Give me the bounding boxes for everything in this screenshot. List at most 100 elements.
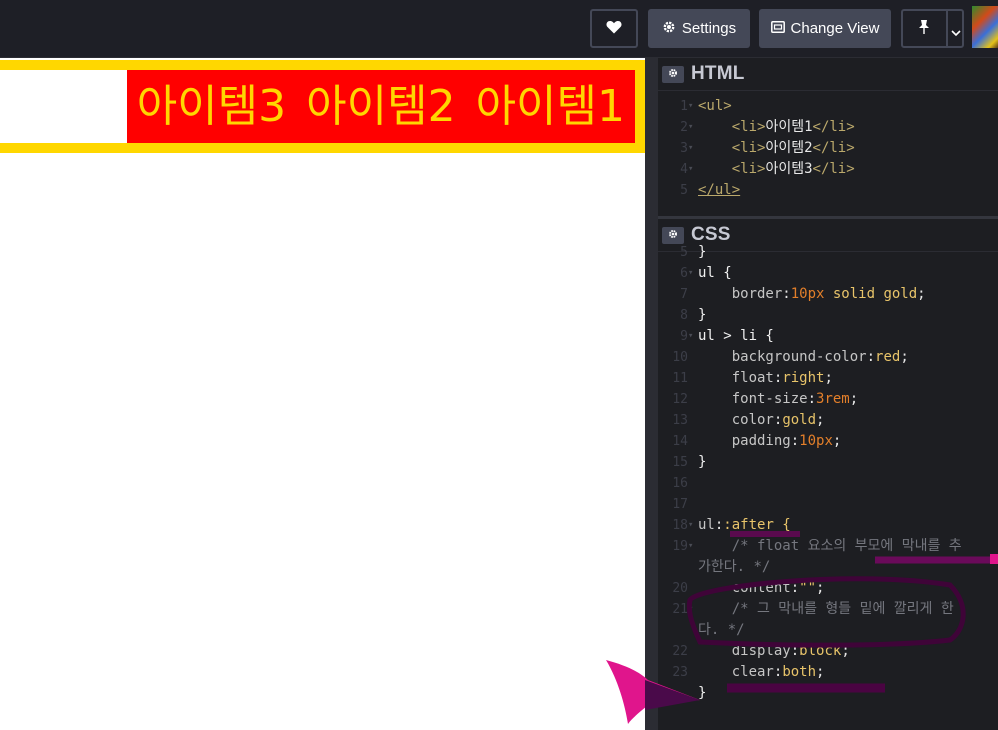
line-number: 19 [672, 539, 688, 554]
html-editor-title: HTML [691, 63, 745, 84]
line-number: 12 [672, 392, 688, 407]
code-line: 12 font-size:3rem; [658, 389, 998, 410]
css-number: 3rem [816, 391, 850, 407]
html-tag: <li> [731, 140, 766, 156]
code-text: content:""; [731, 580, 825, 596]
code-text: ul::after { [698, 517, 791, 533]
css-property: color [731, 412, 774, 428]
code-text: color:gold; [731, 412, 825, 428]
html-text: 아이템2 [765, 140, 813, 156]
css-property: ul [698, 517, 715, 533]
code-text: } [698, 452, 706, 473]
css-value: :after { [723, 517, 791, 533]
code-text: 가한다. */ [698, 557, 770, 578]
code-line: 14 padding:10px; [658, 431, 998, 452]
css-settings-button[interactable] [662, 226, 684, 244]
css-property: font-size [731, 391, 808, 407]
code-line: 17 [658, 494, 998, 515]
preview-list-item: 아이템3 [136, 81, 287, 132]
code-line: 1 ▾ <ul> [658, 96, 998, 117]
code-line: 18 ▾ ul::after { [658, 515, 998, 536]
html-code-area[interactable]: 1 ▾ <ul> 2 ▾ <li>아이템1</li> 3 ▾ <li>아이템2</li> 4 ▾… [658, 96, 998, 201]
code-text: <li>아이템3</li> [698, 159, 855, 180]
line-number: 13 [672, 413, 688, 428]
code-text: } [698, 683, 706, 704]
code-line: 15} [658, 452, 998, 473]
line-number: 3 [680, 141, 688, 156]
code-text: /* float 요소의 부모에 막내를 추 [698, 536, 962, 557]
css-property: content [731, 580, 791, 596]
preview-list-item: 아이템2 [306, 81, 456, 132]
chevron-down-icon[interactable] [951, 24, 961, 41]
avatar[interactable] [972, 6, 998, 48]
fold-toggle-icon: ▾ [688, 143, 694, 153]
fold-toggle-icon: ▾ [688, 604, 694, 614]
change-view-button[interactable]: Change View [759, 9, 891, 48]
css-selector: ul > li { [698, 328, 774, 344]
code-line: 다. */ [658, 620, 998, 641]
code-line: 3 ▾ <li>아이템2</li> [658, 138, 998, 159]
code-text: padding:10px; [731, 433, 842, 449]
change-view-label: Change View [790, 20, 880, 37]
preview-ul: 아이템1 아이템2 아이템3 [0, 60, 645, 153]
code-text: /* 그 막내를 형들 밑에 깔리게 한 [698, 599, 954, 620]
fold-toggle-icon: ▾ [688, 268, 694, 278]
code-text: ul > li { [698, 326, 774, 347]
fold-toggle-icon: ▾ [688, 122, 694, 132]
gear-icon [662, 20, 676, 38]
html-editor-header: HTML [658, 58, 998, 91]
css-value: "" [799, 580, 817, 596]
line-number: 14 [672, 434, 688, 449]
preview-list-item: 아이템1 [475, 81, 625, 132]
line-number: 11 [672, 371, 688, 386]
layout-icon [770, 20, 785, 37]
code-text: font-size:3rem; [731, 391, 859, 407]
fold-toggle-icon: ▾ [688, 331, 694, 341]
heart-button[interactable] [590, 9, 638, 48]
html-text: 아이템1 [765, 119, 813, 135]
code-line: 5} [658, 242, 998, 263]
code-line: 10 background-color:red; [658, 347, 998, 368]
result-preview: 아이템1 아이템2 아이템3 [0, 58, 645, 730]
resize-handle[interactable] [645, 58, 658, 730]
line-number: 18 [672, 518, 688, 533]
html-tag: <ul> [698, 98, 732, 114]
line-number: 8 [680, 308, 688, 323]
settings-button[interactable]: Settings [648, 9, 750, 48]
css-code-area[interactable]: 5} 6 ▾ ul {7 border:10px solid gold; 8} 9 ▾ ul … [658, 242, 998, 704]
code-line: 7 border:10px solid gold; [658, 284, 998, 305]
html-tag: <li> [731, 119, 766, 135]
css-value: block [799, 643, 842, 659]
html-settings-button[interactable] [662, 65, 684, 83]
css-value: solid gold [824, 286, 918, 302]
css-number: 10px [790, 286, 825, 302]
css-property: background-color [731, 349, 867, 365]
line-number: 7 [680, 287, 688, 302]
code-line: 23 clear:both; [658, 662, 998, 683]
code-text: 다. */ [698, 620, 745, 641]
css-value: red [875, 349, 901, 365]
code-text: </ul> [698, 180, 740, 201]
html-tag: </ul> [698, 182, 741, 198]
css-comment: 다. */ [698, 622, 745, 638]
code-text: display:block; [731, 643, 850, 659]
line-number: 22 [672, 644, 688, 659]
fold-toggle-icon: ▾ [688, 101, 694, 111]
code-text: <li>아이템2</li> [698, 138, 855, 159]
code-line: 8} [658, 305, 998, 326]
line-number: 15 [672, 455, 688, 470]
code-line: 6 ▾ ul { [658, 263, 998, 284]
css-comment: /* 그 막내를 형들 밑에 깔리게 한 [698, 601, 954, 617]
code-line: 4 ▾ <li>아이템3</li> [658, 159, 998, 180]
css-selector: } [698, 307, 707, 323]
code-line: 16 [658, 473, 998, 494]
code-line: 22 display:block; [658, 641, 998, 662]
fold-toggle-icon: ▾ [688, 520, 694, 530]
line-number: 5 [680, 245, 688, 260]
line-number: 17 [672, 497, 688, 512]
pin-button[interactable] [901, 9, 964, 48]
settings-label: Settings [681, 20, 737, 37]
css-selector: } [698, 244, 707, 260]
line-number: 1 [680, 99, 688, 114]
css-value: both [782, 664, 817, 680]
